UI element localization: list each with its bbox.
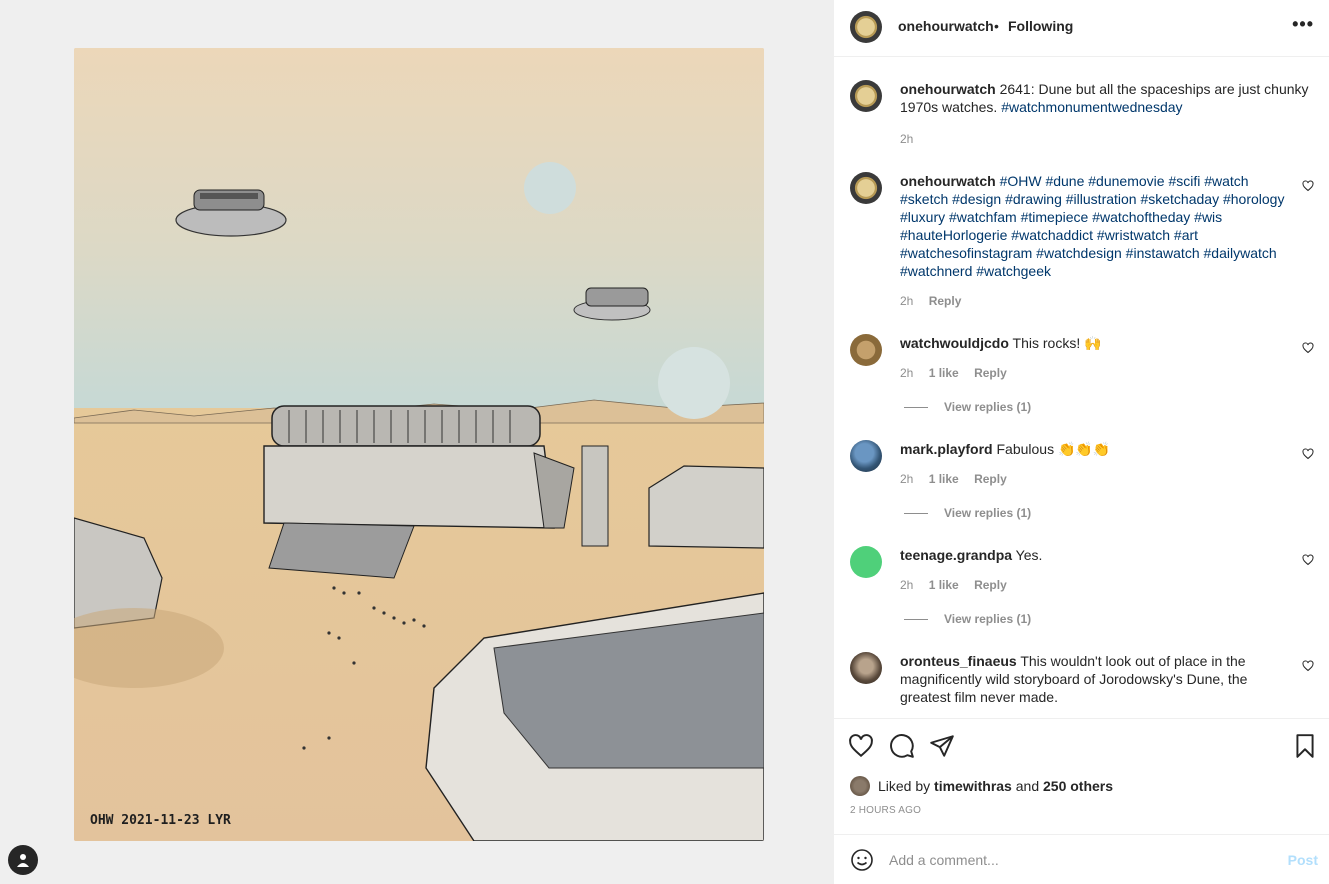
comment-avatar[interactable] <box>850 440 882 472</box>
comment-username[interactable]: oronteus_finaeus <box>900 653 1017 669</box>
comment-avatar[interactable] <box>850 334 882 366</box>
like-comment-heart-icon[interactable] <box>1302 554 1314 566</box>
comment-time[interactable]: 2h <box>900 294 913 308</box>
comment-meta: 2h 1 like Reply <box>900 472 1019 486</box>
comment-text: Fabulous 👏👏👏 <box>996 441 1111 457</box>
view-replies-label: View replies (1) <box>944 612 1032 626</box>
liked-by-prefix: Liked by <box>878 778 931 794</box>
divider-line <box>904 618 928 620</box>
post-image-panel: OHW 2021-11-23 LYR <box>0 0 833 884</box>
likes-summary: Liked by timewithras and 250 others <box>850 776 1113 796</box>
view-replies-label: View replies (1) <box>944 506 1032 520</box>
comment-username[interactable]: watchwouldjcdo <box>900 335 1009 351</box>
like-comment-heart-icon[interactable] <box>1302 448 1314 460</box>
divider-line <box>904 406 928 408</box>
comment-body: teenage.grandpa Yes. <box>900 546 1310 564</box>
comment-body: watchwouldjcdo This rocks! 🙌 <box>900 334 1310 352</box>
comment-avatar[interactable] <box>850 172 882 204</box>
owner-username[interactable]: onehourwatch <box>898 18 994 34</box>
comment-body: oronteus_finaeus This wouldn't look out … <box>900 652 1260 706</box>
like-comment-heart-icon[interactable] <box>1302 660 1314 672</box>
post-timestamp[interactable]: 2 HOURS AGO <box>850 805 921 816</box>
more-horizontal-icon[interactable]: ••• <box>1292 14 1314 35</box>
reply-button[interactable]: Reply <box>974 472 1007 486</box>
caption-avatar[interactable] <box>850 80 882 112</box>
comment-input[interactable] <box>889 847 1269 873</box>
comment-meta: 2h 1 like Reply <box>900 578 1019 592</box>
post-sidebar: onehourwatch • Following ••• onehourwatc… <box>833 0 1329 884</box>
liker-username[interactable]: timewithras <box>934 778 1012 794</box>
view-replies-button[interactable]: View replies (1) <box>904 506 1031 520</box>
comment-time[interactable]: 2h <box>900 472 913 486</box>
comment-body: mark.playford Fabulous 👏👏👏 <box>900 440 1310 458</box>
comment-bubble-icon[interactable] <box>889 733 915 759</box>
comment-time[interactable]: 2h <box>900 366 913 380</box>
comments-list: onehourwatch 2641: Dune but all the spac… <box>834 58 1329 718</box>
comment-avatar[interactable] <box>850 652 882 684</box>
like-heart-icon[interactable] <box>848 733 874 759</box>
comment-body: onehourwatch #OHW #dune #dunemovie #scif… <box>900 172 1300 280</box>
liker-avatar[interactable] <box>850 776 870 796</box>
reply-button[interactable]: Reply <box>974 578 1007 592</box>
post-image[interactable]: OHW 2021-11-23 LYR <box>74 48 764 841</box>
comment-time[interactable]: 2h <box>900 578 913 592</box>
liked-by-conj: and <box>1015 778 1040 794</box>
comment-username[interactable]: teenage.grandpa <box>900 547 1012 563</box>
add-comment-bar: Post <box>834 834 1329 884</box>
share-paper-plane-icon[interactable] <box>929 733 955 759</box>
like-comment-heart-icon[interactable] <box>1302 180 1314 192</box>
save-bookmark-icon[interactable] <box>1292 733 1318 759</box>
comment-meta: 2h Reply <box>900 294 973 308</box>
post-comment-button[interactable]: Post <box>1288 852 1318 868</box>
view-replies-button[interactable]: View replies (1) <box>904 400 1031 414</box>
post-header: onehourwatch • Following ••• <box>834 0 1329 57</box>
caption-text: onehourwatch 2641: Dune but all the spac… <box>900 80 1310 116</box>
user-tag-icon[interactable] <box>8 845 38 875</box>
caption-time[interactable]: 2h <box>900 132 913 146</box>
comment-text: This rocks! 🙌 <box>1012 335 1102 351</box>
likes-others-link[interactable]: 250 others <box>1043 778 1113 794</box>
caption-meta: 2h <box>900 132 925 146</box>
comment-likes[interactable]: 1 like <box>929 366 959 380</box>
emoji-smiley-icon[interactable] <box>850 848 874 872</box>
comment-text: Yes. <box>1015 547 1043 563</box>
comment-likes[interactable]: 1 like <box>929 472 959 486</box>
reply-button[interactable]: Reply <box>929 294 962 308</box>
separator-dot: • <box>994 18 999 34</box>
comment-username[interactable]: onehourwatch <box>900 173 996 189</box>
post-actions: Liked by timewithras and 250 others 2 HO… <box>834 718 1329 833</box>
view-replies-label: View replies (1) <box>944 400 1032 414</box>
comment-avatar[interactable] <box>850 546 882 578</box>
comment-meta: 2h 1 like Reply <box>900 366 1019 380</box>
like-comment-heart-icon[interactable] <box>1302 342 1314 354</box>
owner-avatar[interactable] <box>850 11 882 43</box>
comment-likes[interactable]: 1 like <box>929 578 959 592</box>
divider-line <box>904 512 928 514</box>
caption-username[interactable]: onehourwatch <box>900 81 996 97</box>
reply-button[interactable]: Reply <box>974 366 1007 380</box>
following-button[interactable]: Following <box>1008 18 1073 34</box>
caption-hashtag[interactable]: #watchmonumentwednesday <box>1001 99 1182 115</box>
comment-username[interactable]: mark.playford <box>900 441 993 457</box>
view-replies-button[interactable]: View replies (1) <box>904 612 1031 626</box>
watercolor-illustration <box>74 48 764 841</box>
artist-signature: OHW 2021-11-23 LYR <box>90 813 231 828</box>
